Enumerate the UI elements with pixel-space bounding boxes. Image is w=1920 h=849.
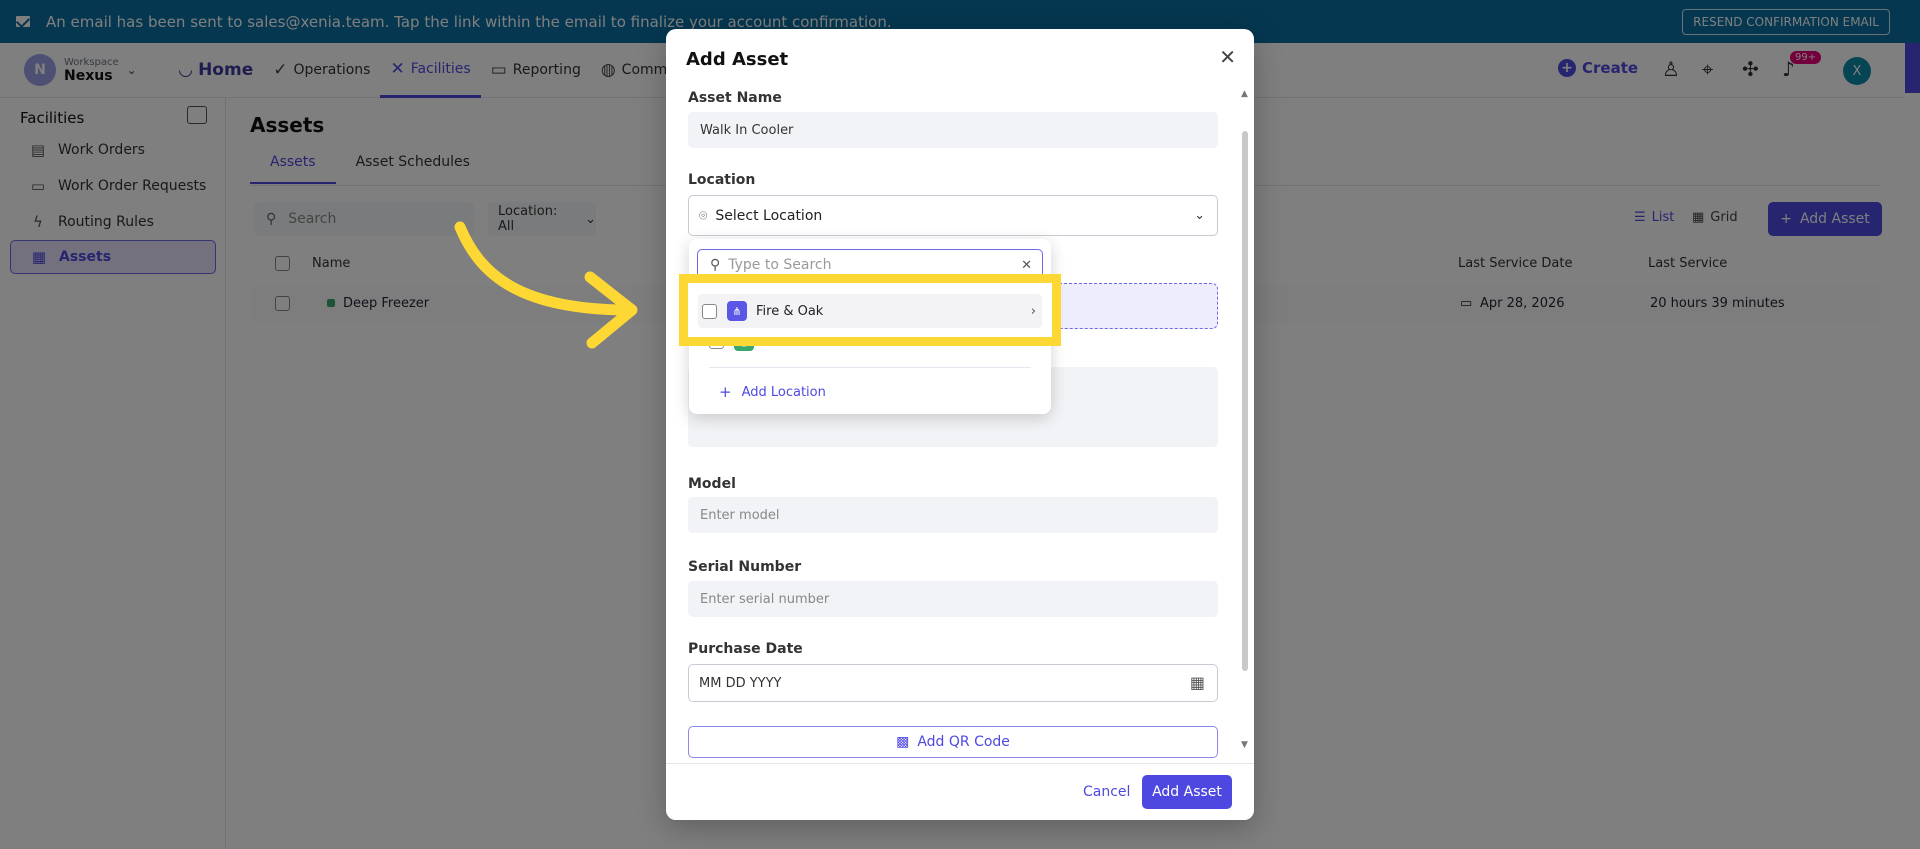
clear-icon[interactable]: ✕ [1021, 258, 1032, 273]
plus-icon: + [719, 383, 732, 401]
scrollbar-thumb[interactable] [1242, 131, 1248, 671]
scroll-down-icon[interactable]: ▼ [1241, 740, 1248, 750]
divider [709, 367, 1031, 368]
serial-number-field[interactable]: Enter serial number [688, 581, 1218, 617]
add-location-button[interactable]: + Add Location [719, 383, 826, 401]
modal-scrollbar[interactable] [1242, 103, 1248, 671]
location-label: Location [688, 172, 756, 188]
qr-code-icon: ▩ [896, 734, 910, 750]
add-qr-code-label: Add QR Code [917, 734, 1010, 750]
search-icon: ⚲ [710, 257, 721, 273]
location-placeholder: Select Location [715, 207, 823, 224]
map-pin-icon: ⌾ [699, 207, 708, 224]
asset-name-field[interactable]: Walk In Cooler [688, 112, 1218, 148]
purchase-date-label: Purchase Date [688, 641, 803, 657]
add-asset-modal: Add Asset ✕ Asset Name Walk In Cooler Lo… [666, 29, 1254, 820]
modal-title: Add Asset [686, 49, 789, 70]
model-label: Model [688, 476, 736, 492]
cancel-button[interactable]: Cancel [1083, 784, 1130, 800]
modal-footer: Cancel Add Asset [666, 763, 1254, 820]
add-qr-code-button[interactable]: ▩ Add QR Code [688, 726, 1218, 758]
tutorial-highlight-box [679, 274, 1061, 346]
purchase-date-field[interactable]: MM DD YYYY ▦ [688, 664, 1218, 702]
calendar-icon[interactable]: ▦ [1190, 673, 1205, 692]
close-icon[interactable]: ✕ [1219, 45, 1236, 69]
scroll-up-icon[interactable]: ▲ [1241, 89, 1248, 99]
location-search-placeholder: Type to Search [728, 257, 832, 273]
chevron-down-icon: ⌄ [1194, 208, 1205, 223]
serial-number-label: Serial Number [688, 559, 802, 575]
add-location-label: Add Location [741, 384, 826, 400]
submit-add-asset-button[interactable]: Add Asset [1142, 775, 1232, 809]
location-select[interactable]: ⌾ Select Location ⌄ [688, 195, 1218, 236]
asset-name-label: Asset Name [688, 90, 782, 106]
model-field[interactable]: Enter model [688, 497, 1218, 533]
tutorial-arrow-icon [454, 221, 638, 349]
purchase-date-placeholder: MM DD YYYY [699, 675, 782, 691]
